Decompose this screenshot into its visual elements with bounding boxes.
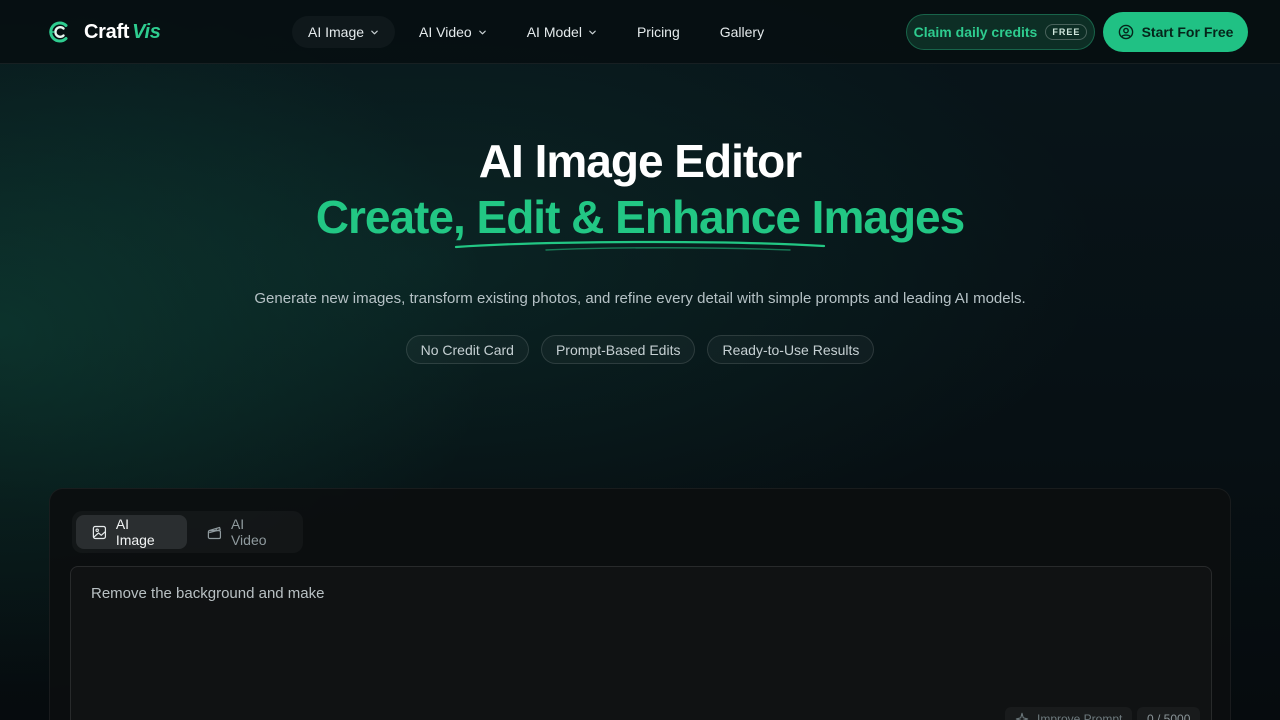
chevron-down-icon — [478, 30, 486, 34]
nav-item-pricing[interactable]: Pricing — [621, 16, 696, 48]
character-counter: 0 / 5000 — [1137, 707, 1201, 720]
logo-mark-icon — [49, 21, 68, 43]
tab-label: AI Image — [115, 516, 155, 548]
brand-logo[interactable]: Craft Vis — [48, 18, 161, 46]
nav-item-gallery[interactable]: Gallery — [704, 16, 780, 48]
clapperboard-icon — [207, 526, 222, 539]
user-circle-icon — [1118, 24, 1133, 40]
hero-description: Generate new images, transform existing … — [254, 290, 1026, 307]
brand-name: Craft Vis — [84, 20, 161, 43]
feature-pill: No Credit Card — [405, 335, 529, 364]
feature-pill: Ready-to-Use Results — [707, 335, 875, 364]
nav-item-label: AI Model — [526, 24, 582, 40]
main-nav: AI Image AI Video AI Model Pricing Galle… — [292, 16, 780, 48]
hero-subtitle: Create, Edit & Enhance Images — [315, 191, 965, 243]
page-title: AI Image Editor — [478, 135, 802, 187]
prompt-input[interactable] — [91, 585, 1191, 695]
nav-item-ai-video[interactable]: AI Video — [403, 16, 503, 48]
nav-item-label: Gallery — [719, 24, 765, 40]
sparkle-icon — [1015, 712, 1029, 720]
top-nav-bar: Craft Vis AI Image AI Video AI Model Pric… — [0, 0, 1280, 64]
nav-item-ai-image[interactable]: AI Image — [292, 16, 396, 48]
tab-label: AI Video — [230, 516, 267, 548]
nav-item-label: Pricing — [636, 24, 680, 40]
tab-ai-image[interactable]: AI Image — [76, 515, 188, 549]
improve-prompt-button[interactable]: Improve Prompt — [1005, 707, 1133, 720]
chevron-down-icon — [371, 30, 378, 34]
tab-ai-video[interactable]: AI Video — [191, 515, 299, 549]
nav-item-ai-model[interactable]: AI Model — [511, 16, 613, 48]
prompt-box: Improve Prompt 0 / 5000 — [70, 566, 1212, 720]
nav-item-label: AI Image — [308, 24, 365, 40]
start-for-free-button[interactable]: Start For Free — [1103, 12, 1248, 52]
improve-prompt-label: Improve Prompt — [1037, 712, 1123, 720]
brand-name-accent: Vis — [132, 20, 161, 43]
feature-pill: Prompt-Based Edits — [540, 335, 696, 364]
mode-tabs: AI Image AI Video — [72, 511, 303, 553]
decorative-underline — [454, 240, 826, 251]
claim-daily-credits-button[interactable]: Claim daily credits FREE — [906, 14, 1095, 50]
image-icon — [92, 525, 107, 539]
editor-panel: AI Image AI Video Improve Prompt 0 / 500… — [49, 488, 1231, 720]
feature-pills: No Credit Card Prompt-Based Edits Ready-… — [0, 335, 1280, 364]
nav-item-label: AI Video — [419, 24, 472, 40]
claim-label: Claim daily credits — [913, 24, 1038, 40]
start-label: Start For Free — [1141, 24, 1234, 40]
chevron-down-icon — [589, 30, 596, 34]
free-badge: FREE — [1045, 24, 1088, 40]
